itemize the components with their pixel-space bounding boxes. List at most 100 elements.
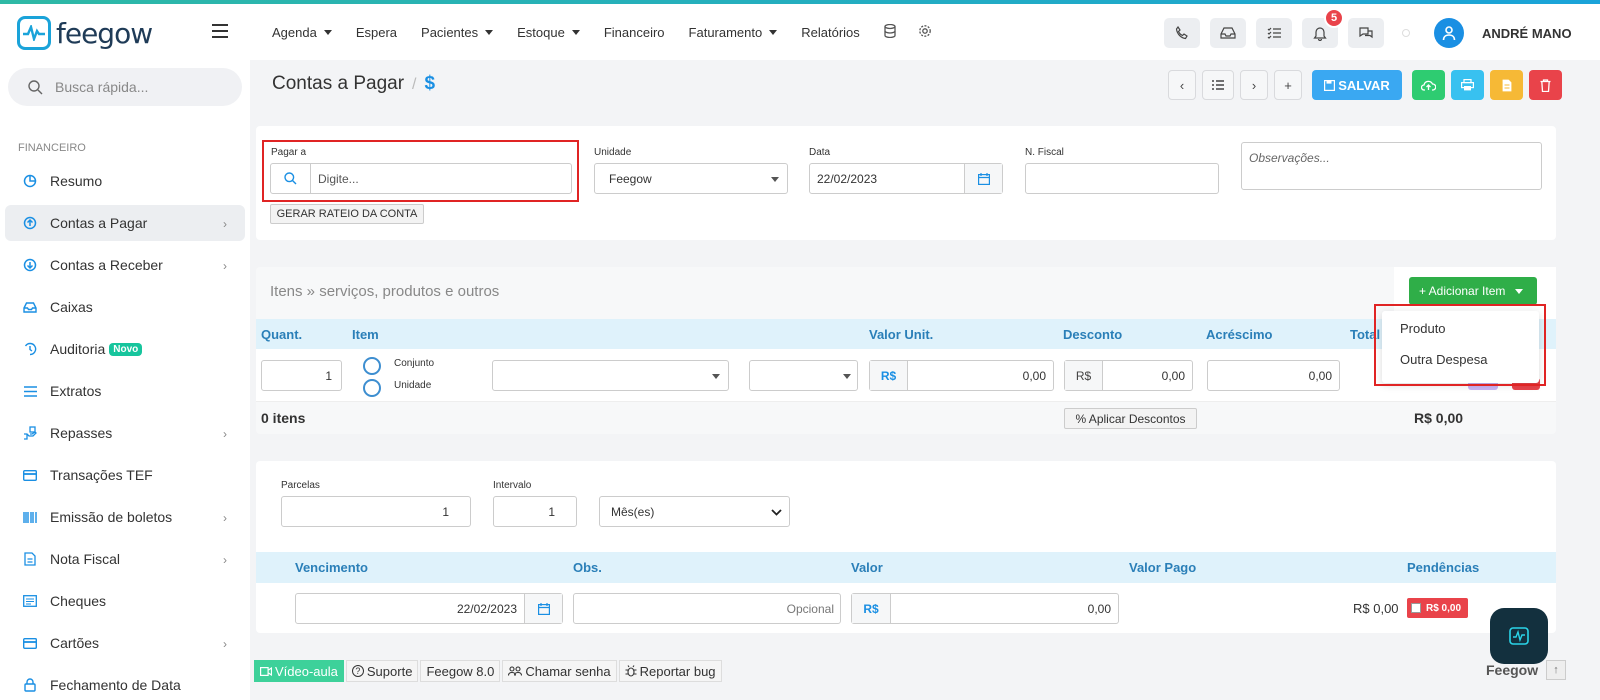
users-icon (508, 666, 523, 676)
phone-button[interactable] (1164, 18, 1200, 48)
logo[interactable]: feegow (17, 16, 153, 50)
nav-estoque[interactable]: Estoque (517, 25, 580, 40)
desconto-field[interactable]: R$ 0,00 (1064, 360, 1193, 391)
suporte-button[interactable]: ? Suporte (345, 660, 419, 682)
observacoes-field[interactable]: Observações... (1241, 142, 1542, 190)
parcelas-field[interactable]: 1 (281, 496, 471, 527)
notifications-button[interactable]: 5 (1302, 8, 1344, 48)
periodo-select[interactable]: Mês(es) (599, 496, 790, 527)
chamar-senha-button[interactable]: Chamar senha (502, 660, 617, 682)
items-table-header: Quant. Item Valor Unit. Desconto Acrésci… (256, 319, 1556, 349)
sidebar-item-resumo[interactable]: Resumo (5, 163, 245, 199)
reportar-bug-button[interactable]: Reportar bug (618, 660, 722, 682)
sidebar-item-fechamento-data[interactable]: Fechamento de Data (5, 667, 245, 700)
search-input[interactable]: Busca rápida... (55, 79, 148, 95)
bell-icon (1313, 26, 1327, 41)
card-icon (23, 468, 37, 482)
sidebar-item-contas-a-pagar[interactable]: Contas a Pagar › (5, 205, 245, 241)
vencimento-field[interactable]: 22/02/2023 (295, 593, 563, 624)
nav-espera[interactable]: Espera (356, 25, 397, 40)
chevron-down-icon (843, 374, 851, 379)
checkbox[interactable] (1411, 603, 1421, 613)
floppy-icon (1324, 79, 1336, 91)
chevron-down-icon (485, 29, 494, 35)
sidebar-item-nota-fiscal[interactable]: Nota Fiscal › (5, 541, 245, 577)
search-icon (28, 79, 43, 94)
acrescimo-field[interactable]: 0,00 (1207, 360, 1340, 391)
nav-pacientes[interactable]: Pacientes (421, 25, 494, 40)
page-header: Contas a Pagar / $ ‹ › + SALVAR (250, 60, 1600, 110)
inbox-button[interactable] (1210, 18, 1246, 48)
nav-relatorios[interactable]: Relatórios (801, 25, 860, 40)
new-badge: Novo (109, 342, 143, 356)
sidebar-item-cartoes[interactable]: Cartões › (5, 625, 245, 661)
unidade-select[interactable]: Feegow (594, 163, 788, 194)
valor-unit-field[interactable]: R$ 0,00 (869, 360, 1054, 391)
data-field[interactable]: 22/02/2023 (809, 163, 1003, 194)
sidebar-item-repasses[interactable]: Repasses › (5, 415, 245, 451)
previous-button[interactable]: ‹ (1168, 70, 1196, 100)
notification-count-badge: 5 (1324, 8, 1344, 28)
chevron-down-icon (323, 29, 332, 35)
nav-faturamento[interactable]: Faturamento (689, 25, 778, 40)
quantity-field[interactable]: 1 (261, 360, 342, 391)
intervalo-field[interactable]: 1 (493, 496, 577, 527)
items-card: Itens » serviços, produtos e outros + Ad… (256, 267, 1556, 434)
calendar-button[interactable] (524, 594, 562, 623)
conjunto-label: Conjunto (394, 358, 435, 369)
parcelas-table-header: Vencimento Obs. Valor Valor Pago Pendênc… (256, 552, 1556, 583)
upload-button[interactable] (1412, 70, 1445, 100)
highlight-box (1374, 304, 1546, 386)
scroll-top-button[interactable]: ↑ (1546, 660, 1566, 680)
user-name[interactable]: ANDRÉ MANO (1482, 26, 1572, 41)
quick-search[interactable]: Busca rápida... (8, 68, 242, 106)
gerar-rateio-button[interactable]: GERAR RATEIO DA CONTA (270, 204, 424, 224)
credit-card-icon (23, 636, 37, 650)
radio-unidade[interactable] (363, 379, 381, 397)
radio-conjunto[interactable] (363, 357, 381, 375)
question-icon: ? (351, 665, 364, 677)
database-icon[interactable] (884, 23, 896, 41)
chevron-right-icon: › (223, 259, 227, 273)
valor-field[interactable]: R$ 0,00 (851, 593, 1119, 624)
nav-agenda[interactable]: Agenda (272, 25, 332, 40)
calendar-button[interactable] (964, 164, 1002, 193)
menu-toggle-icon[interactable] (212, 24, 228, 38)
sidebar-item-transacoes-tef[interactable]: Transações TEF (5, 457, 245, 493)
avatar[interactable] (1434, 18, 1464, 48)
tasks-button[interactable] (1256, 18, 1292, 48)
chevron-down-icon (1515, 288, 1524, 294)
chevron-right-icon: › (223, 427, 227, 441)
inbox-icon (1220, 27, 1236, 39)
sidebar-item-caixas[interactable]: Caixas (5, 289, 245, 325)
check-doc-icon (23, 594, 37, 608)
sidebar-item-auditoria[interactable]: Auditoria Novo (5, 331, 245, 367)
pendencias-badge[interactable]: R$ 0,00 (1407, 598, 1468, 618)
aplicar-descontos-button[interactable]: % Aplicar Descontos (1064, 408, 1197, 429)
next-button[interactable]: › (1240, 70, 1268, 100)
chat-widget-button[interactable] (1490, 608, 1548, 664)
chat-button[interactable] (1348, 18, 1384, 48)
unidade-label: Unidade (594, 147, 632, 158)
gear-icon[interactable] (918, 24, 932, 41)
sidebar-item-contas-a-receber[interactable]: Contas a Receber › (5, 247, 245, 283)
chevron-right-icon: › (223, 553, 227, 567)
add-item-button[interactable]: + Adicionar Item (1409, 277, 1537, 305)
nav-financeiro[interactable]: Financeiro (604, 25, 665, 40)
document-button[interactable] (1490, 70, 1523, 100)
page-actions: ‹ › + SALVAR (1168, 70, 1568, 100)
video-aula-button[interactable]: Vídeo-aula (254, 660, 344, 682)
item-select[interactable] (492, 360, 729, 391)
print-button[interactable] (1451, 70, 1484, 100)
sidebar-item-cheques[interactable]: Cheques (5, 583, 245, 619)
item-type-select[interactable] (749, 360, 858, 391)
sidebar-item-extratos[interactable]: Extratos (5, 373, 245, 409)
delete-button[interactable] (1529, 70, 1562, 100)
add-button[interactable]: + (1274, 70, 1302, 100)
save-button[interactable]: SALVAR (1312, 70, 1402, 100)
obs-field[interactable]: Opcional (573, 593, 841, 624)
sidebar-item-emissao-boletos[interactable]: Emissão de boletos › (5, 499, 245, 535)
n-fiscal-field[interactable] (1025, 163, 1219, 194)
currency-prefix: R$ (1065, 361, 1103, 390)
list-button[interactable] (1202, 70, 1234, 100)
